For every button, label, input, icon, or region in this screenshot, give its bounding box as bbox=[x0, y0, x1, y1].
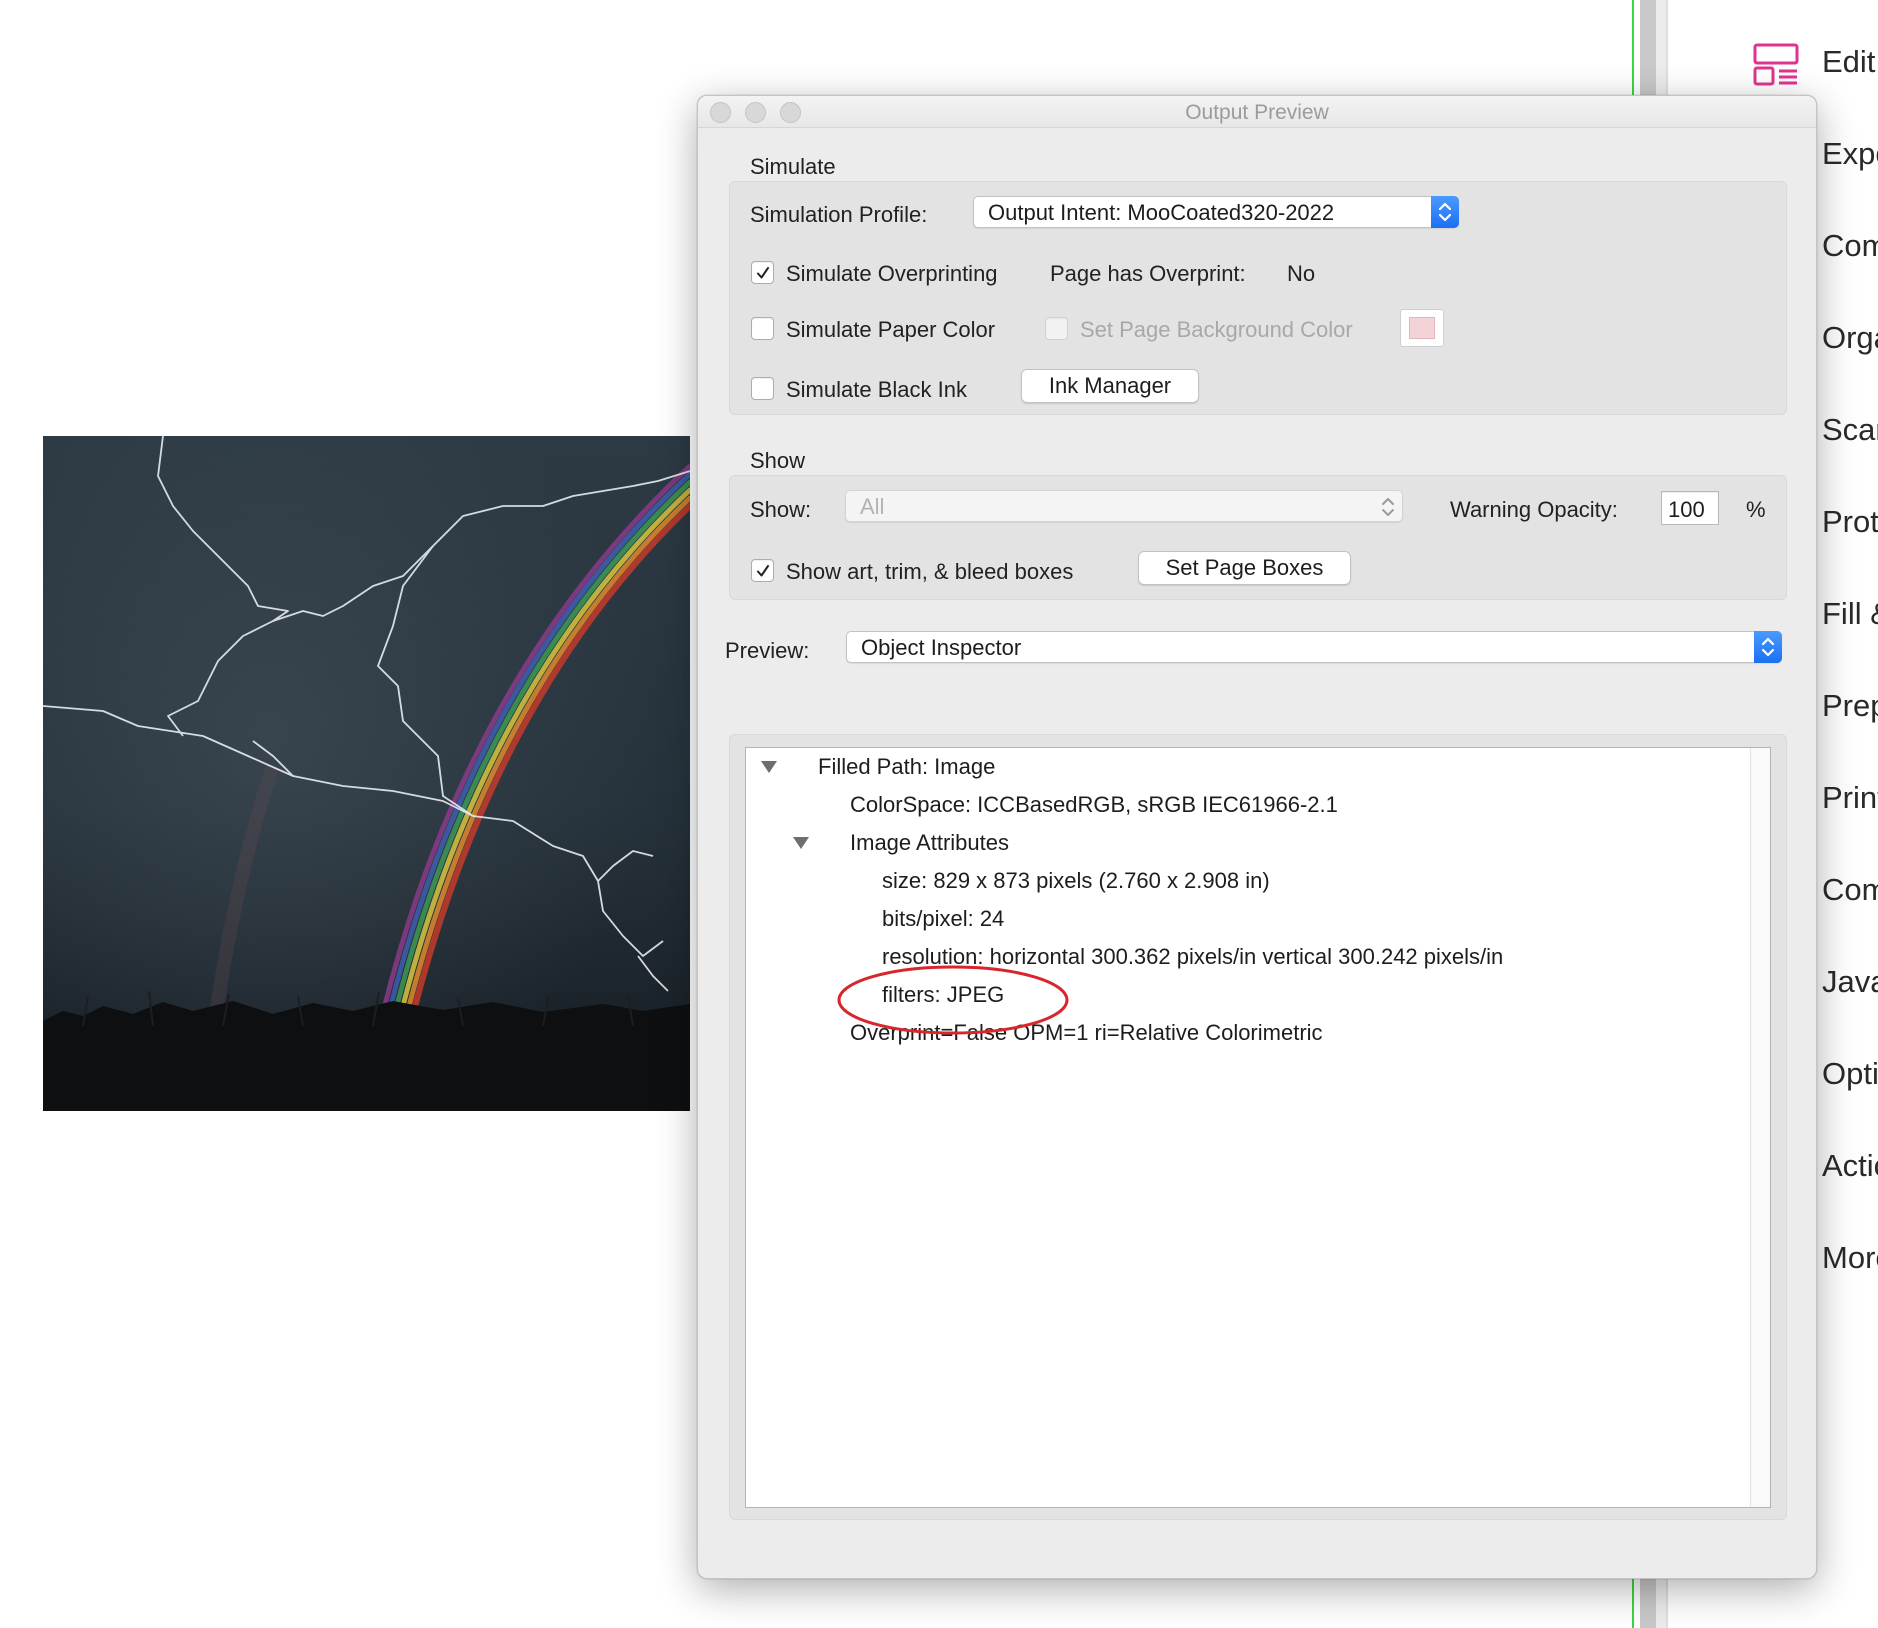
tree-row-filters[interactable]: filters: JPEG bbox=[882, 982, 1004, 1008]
preview-select-value: Object Inspector bbox=[861, 635, 1022, 660]
tree-row-image-attributes[interactable]: Image Attributes bbox=[850, 830, 1009, 856]
checkmark-icon bbox=[757, 267, 769, 279]
window-titlebar[interactable]: Output Preview bbox=[698, 96, 1816, 128]
object-inspector-group: Filled Path: Image ColorSpace: ICCBasedR… bbox=[729, 734, 1787, 1520]
show-select-value: All bbox=[860, 494, 885, 519]
preview-select[interactable]: Object Inspector bbox=[846, 631, 1782, 663]
edit-pdf-icon bbox=[1752, 40, 1800, 88]
simulate-paper-color-label: Simulate Paper Color bbox=[786, 317, 996, 342]
tool-label: Com bbox=[1822, 872, 1878, 907]
page-background-color-well[interactable] bbox=[1400, 309, 1444, 347]
disclosure-triangle-expanded-icon[interactable] bbox=[792, 836, 810, 850]
tool-label: Opti bbox=[1822, 1056, 1878, 1091]
show-section-title: Show bbox=[750, 448, 806, 473]
disclosure-triangle-expanded-icon[interactable] bbox=[760, 760, 778, 774]
set-page-background-color-checkbox[interactable] bbox=[1045, 317, 1068, 340]
simulate-section-title: Simulate bbox=[750, 154, 836, 179]
tool-label: Com bbox=[1822, 228, 1878, 263]
simulate-overprinting-checkbox[interactable] bbox=[751, 261, 774, 284]
tool-edit-pdf[interactable]: Edit bbox=[1668, 34, 1878, 94]
window-title: Output Preview bbox=[1185, 101, 1329, 124]
page-has-overprint-label: Page has Overprint: bbox=[1050, 261, 1246, 286]
select-stepper-icon bbox=[1431, 196, 1459, 228]
tool-label: Fill & bbox=[1822, 596, 1878, 631]
inspector-scrollbar[interactable] bbox=[1750, 748, 1770, 1507]
page-has-overprint-value: No bbox=[1287, 261, 1316, 286]
set-page-background-color-label: Set Page Background Color bbox=[1080, 317, 1353, 342]
tree-row-filled-path[interactable]: Filled Path: Image bbox=[818, 754, 995, 780]
output-preview-window: Output Preview Simulate Simulation Profi… bbox=[697, 95, 1817, 1579]
color-swatch bbox=[1409, 317, 1435, 339]
show-select[interactable]: All bbox=[845, 490, 1403, 522]
tool-label: Print bbox=[1822, 780, 1878, 815]
tool-label: Prote bbox=[1822, 504, 1878, 539]
percent-label: % bbox=[1746, 497, 1766, 522]
tool-label: More bbox=[1822, 1240, 1878, 1275]
tool-label: Orga bbox=[1822, 320, 1878, 355]
simulation-profile-label: Simulation Profile: bbox=[750, 202, 928, 227]
preview-label: Preview: bbox=[725, 638, 810, 663]
ink-manager-button[interactable]: Ink Manager bbox=[1021, 369, 1199, 403]
simulate-overprinting-label: Simulate Overprinting bbox=[786, 261, 998, 286]
simulate-paper-color-checkbox[interactable] bbox=[751, 317, 774, 340]
show-boxes-checkbox[interactable] bbox=[751, 559, 774, 582]
set-page-boxes-button[interactable]: Set Page Boxes bbox=[1138, 551, 1351, 585]
select-stepper-icon bbox=[1382, 498, 1394, 516]
tree-row-overprint[interactable]: Overprint=False OPM=1 ri=Relative Colori… bbox=[850, 1020, 1323, 1046]
warning-opacity-input[interactable] bbox=[1661, 491, 1719, 525]
tree-row-colorspace[interactable]: ColorSpace: ICCBasedRGB, sRGB IEC61966-2… bbox=[850, 792, 1338, 818]
simulation-profile-select[interactable]: Output Intent: MooCoated320-2022 bbox=[973, 196, 1459, 228]
tree-row-size[interactable]: size: 829 x 873 pixels (2.760 x 2.908 in… bbox=[882, 868, 1270, 894]
select-stepper-icon bbox=[1754, 631, 1782, 663]
tool-label: Scar bbox=[1822, 412, 1878, 447]
document-image-lightning-rainbow bbox=[43, 436, 690, 1111]
tool-label: Actic bbox=[1822, 1148, 1878, 1183]
tool-label: Prep bbox=[1822, 688, 1878, 723]
simulate-black-ink-label: Simulate Black Ink bbox=[786, 377, 967, 402]
object-inspector-tree[interactable]: Filled Path: Image ColorSpace: ICCBasedR… bbox=[745, 747, 1771, 1508]
show-label: Show: bbox=[750, 497, 812, 522]
simulate-black-ink-checkbox[interactable] bbox=[751, 377, 774, 400]
tree-row-resolution[interactable]: resolution: horizontal 300.362 pixels/in… bbox=[882, 944, 1503, 970]
simulation-profile-value: Output Intent: MooCoated320-2022 bbox=[988, 200, 1335, 225]
checkmark-icon bbox=[757, 565, 769, 577]
tool-label: Java bbox=[1822, 964, 1878, 999]
tool-label: Edit bbox=[1822, 44, 1876, 79]
tree-row-bits-per-pixel[interactable]: bits/pixel: 24 bbox=[882, 906, 1004, 932]
warning-opacity-label: Warning Opacity: bbox=[1450, 497, 1618, 522]
show-boxes-label: Show art, trim, & bleed boxes bbox=[786, 559, 1074, 584]
tool-label: Expo bbox=[1822, 136, 1878, 171]
